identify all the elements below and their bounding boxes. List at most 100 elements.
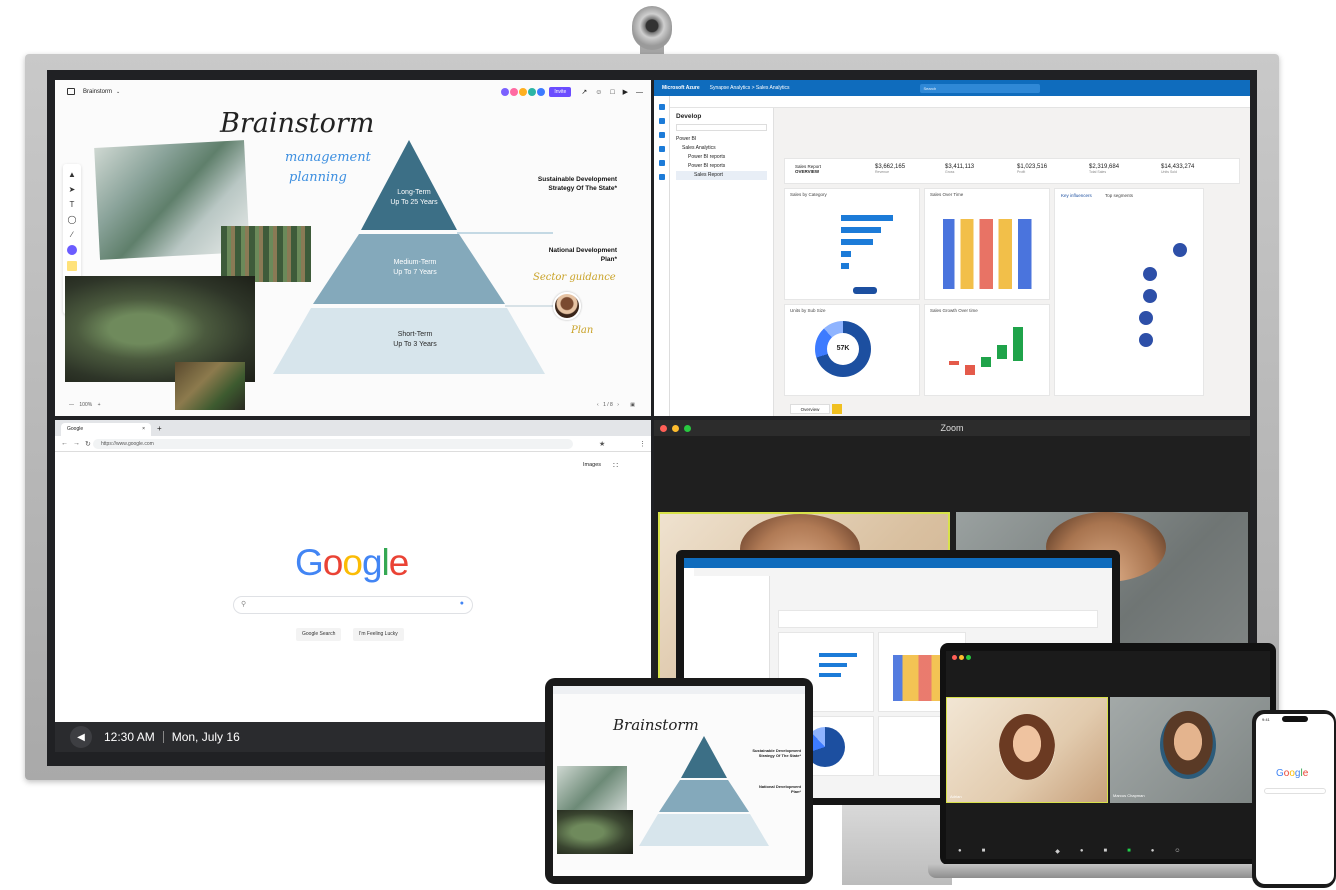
avatar[interactable] [510,88,519,96]
images-link[interactable]: Images [583,462,601,468]
record-icon[interactable]: ● [1151,848,1155,854]
color-picker-icon[interactable] [67,245,77,255]
sales-over-time-card[interactable]: Sales Over Time [924,188,1050,300]
close-window-icon[interactable] [660,425,667,432]
present-icon[interactable]: ▶ [623,88,628,96]
sales-by-category-card[interactable]: Sales by Category [784,188,920,300]
waterfall-bar[interactable] [981,357,991,367]
participants-icon[interactable]: ● [1080,848,1084,854]
manage-icon[interactable] [658,174,665,180]
search-input[interactable]: ⚲ ● [233,596,473,614]
microphone-icon[interactable]: ● [958,848,962,854]
filter-input[interactable] [676,124,767,131]
reactions-icon[interactable]: ☺ [1174,848,1180,854]
chat-icon[interactable]: ■ [1104,848,1108,854]
report-page-tab[interactable]: Overview [790,404,830,414]
filter-toggle[interactable] [853,287,877,294]
data-icon[interactable] [658,118,665,124]
share-screen-icon[interactable]: ■ [1127,848,1131,854]
influencer-bubble[interactable] [1139,311,1153,325]
tab-key-influencers[interactable]: Key influencers [1061,193,1092,198]
text-tool-icon[interactable]: T [70,200,75,209]
minimize-window-icon[interactable] [672,425,679,432]
apps-grid-icon[interactable]: ∷ [613,461,618,470]
line-tool-icon[interactable]: ∕ [71,230,72,239]
bar[interactable] [841,263,849,269]
monitor-icon[interactable] [658,160,665,166]
more-icon[interactable]: — [636,89,643,96]
select-tool-icon[interactable]: ➤ [69,185,76,194]
ribbon-chart[interactable] [943,219,1039,289]
back-icon[interactable]: ← [61,440,68,447]
pen-tool-icon[interactable]: ▲ [68,170,76,179]
breadcrumb[interactable]: Synapse Analytics > Sales Analytics [710,85,790,91]
chevron-down-icon[interactable]: ⌄ [116,89,120,95]
sticky-note-icon[interactable] [67,261,77,271]
kpi-tile[interactable]: $3,662,165 Revenue [875,164,905,174]
avatar[interactable] [528,88,537,96]
new-tab-icon[interactable]: + [157,424,162,433]
invite-button[interactable]: Invite [549,87,572,97]
interior-photo[interactable] [175,362,245,410]
tree-item-selected[interactable]: Sales Report [676,171,767,180]
google-search-button[interactable]: Google Search [296,628,342,641]
integrate-icon[interactable] [658,146,665,152]
maximize-window-icon[interactable] [966,655,971,660]
avatar[interactable] [501,88,510,96]
board-title[interactable]: Brainstorm [83,89,112,95]
waterfall-bar[interactable] [1013,327,1023,361]
waterfall-bar[interactable] [949,361,959,365]
camera-icon[interactable]: ■ [982,848,986,854]
search-input[interactable]: Search [919,83,1040,93]
forward-icon[interactable]: → [73,440,80,447]
share-icon[interactable]: ↗ [581,88,587,96]
collaborator-avatar[interactable] [553,292,581,320]
influencer-bubble[interactable] [1143,289,1157,303]
next-page-icon[interactable]: › [617,402,619,408]
tree-item[interactable]: Sales Analytics [676,144,767,153]
url-input[interactable]: https://www.google.com [93,438,573,449]
national-plan-label[interactable]: National Development Plan* [505,246,617,264]
search-input[interactable] [1264,788,1326,794]
close-window-icon[interactable] [952,655,957,660]
waterfall-bar[interactable] [997,345,1007,359]
bar[interactable] [841,251,851,257]
lasso-tool-icon[interactable]: ◯ [68,215,77,224]
kpi-tile[interactable]: $3,411,113 Gross [945,164,974,174]
feeling-lucky-button[interactable]: I'm Feeling Lucky [353,628,404,641]
azure-brand[interactable]: Microsoft Azure [662,85,700,91]
menu-icon[interactable]: ⋮ [639,440,646,448]
participant-video-tile[interactable]: Marcus Chapman [1110,697,1270,803]
microphone-icon[interactable]: ● [460,600,464,607]
zoom-out-icon[interactable]: — [69,402,74,408]
zoom-in-icon[interactable]: + [98,402,101,408]
kpi-tile[interactable]: $1,023,516 Profit [1017,164,1047,174]
add-page-icon[interactable] [832,404,842,414]
handwritten-note[interactable]: Sector guidance [533,272,616,283]
prev-page-icon[interactable]: ‹ [597,402,599,408]
bar[interactable] [841,239,873,245]
kpi-tile[interactable]: $2,319,684 Total Sales [1089,164,1119,174]
influencer-bubble[interactable] [1173,243,1187,257]
develop-icon[interactable] [658,132,665,138]
tab-top-segments[interactable]: Top segments [1105,193,1133,198]
minimize-window-icon[interactable] [959,655,964,660]
bookmark-icon[interactable]: ★ [599,440,605,448]
influencer-bubble[interactable] [1139,333,1153,347]
maximize-window-icon[interactable] [684,425,691,432]
sidebar-toggle-icon[interactable] [67,88,75,95]
tree-item[interactable]: Power BI reports [676,162,767,171]
sustainable-strategy-label[interactable]: Sustainable Development Strategy Of The … [505,175,617,193]
home-icon[interactable] [658,104,665,110]
sales-growth-card[interactable]: Sales Growth Over time [924,304,1050,396]
avatar[interactable] [537,88,546,96]
influencer-bubble[interactable] [1143,267,1157,281]
browser-tab[interactable]: Google × [61,423,151,436]
close-tab-icon[interactable]: × [142,423,145,436]
reload-icon[interactable]: ↻ [85,440,91,448]
fullscreen-icon[interactable]: ▣ [630,402,635,408]
kpi-tile[interactable]: $14,433,274 Units Sold [1161,164,1194,174]
tree-item[interactable]: Power BI reports [676,153,767,162]
units-by-size-card[interactable]: Units by Sub Size 57K [784,304,920,396]
waterfall-bar[interactable] [965,365,975,375]
